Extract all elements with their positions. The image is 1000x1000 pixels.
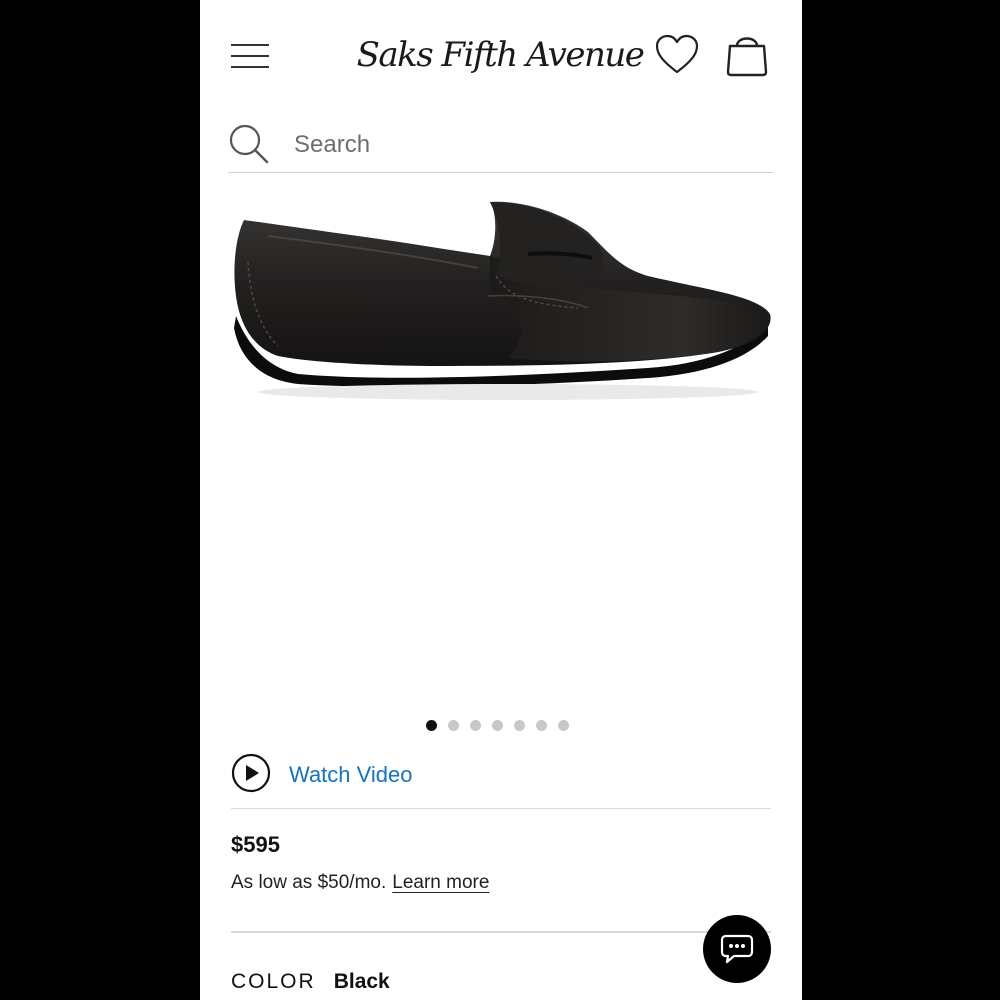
play-icon[interactable] — [231, 753, 271, 793]
search-input[interactable] — [294, 124, 754, 166]
site-logo[interactable]: Saks Fifth Avenue — [350, 30, 650, 80]
carousel-dot[interactable] — [536, 720, 547, 731]
carousel-dot[interactable] — [470, 720, 481, 731]
search-icon[interactable] — [228, 123, 270, 165]
color-value: Black — [333, 970, 390, 993]
product-page: Saks Fifth Avenue Search Watch Video $59… — [200, 0, 802, 1000]
color-selector: COLOR Black — [231, 970, 390, 994]
financing-info: As low as $50/mo. Learn more — [231, 872, 489, 894]
heart-icon[interactable] — [655, 34, 699, 76]
chat-bubble-icon[interactable] — [703, 915, 771, 983]
financing-text: As low as $50/mo. — [231, 872, 387, 893]
search-bar — [228, 118, 773, 173]
site-header: Saks Fifth Avenue — [200, 0, 802, 110]
product-image[interactable] — [228, 196, 774, 406]
color-label: COLOR — [231, 970, 316, 993]
carousel-dot[interactable] — [448, 720, 459, 731]
learn-more-link[interactable]: Learn more — [392, 872, 489, 893]
carousel-dot[interactable] — [514, 720, 525, 731]
carousel-dot[interactable] — [558, 720, 569, 731]
carousel-dot[interactable] — [426, 720, 437, 731]
watch-video-row: Watch Video — [231, 752, 771, 809]
hamburger-menu-icon[interactable] — [231, 42, 271, 70]
section-divider — [231, 931, 771, 933]
product-price: $595 — [231, 832, 280, 857]
carousel-dot[interactable] — [492, 720, 503, 731]
shopping-bag-icon[interactable] — [723, 30, 771, 78]
watch-video-link[interactable]: Watch Video — [289, 762, 413, 788]
image-carousel-dots — [426, 720, 569, 734]
